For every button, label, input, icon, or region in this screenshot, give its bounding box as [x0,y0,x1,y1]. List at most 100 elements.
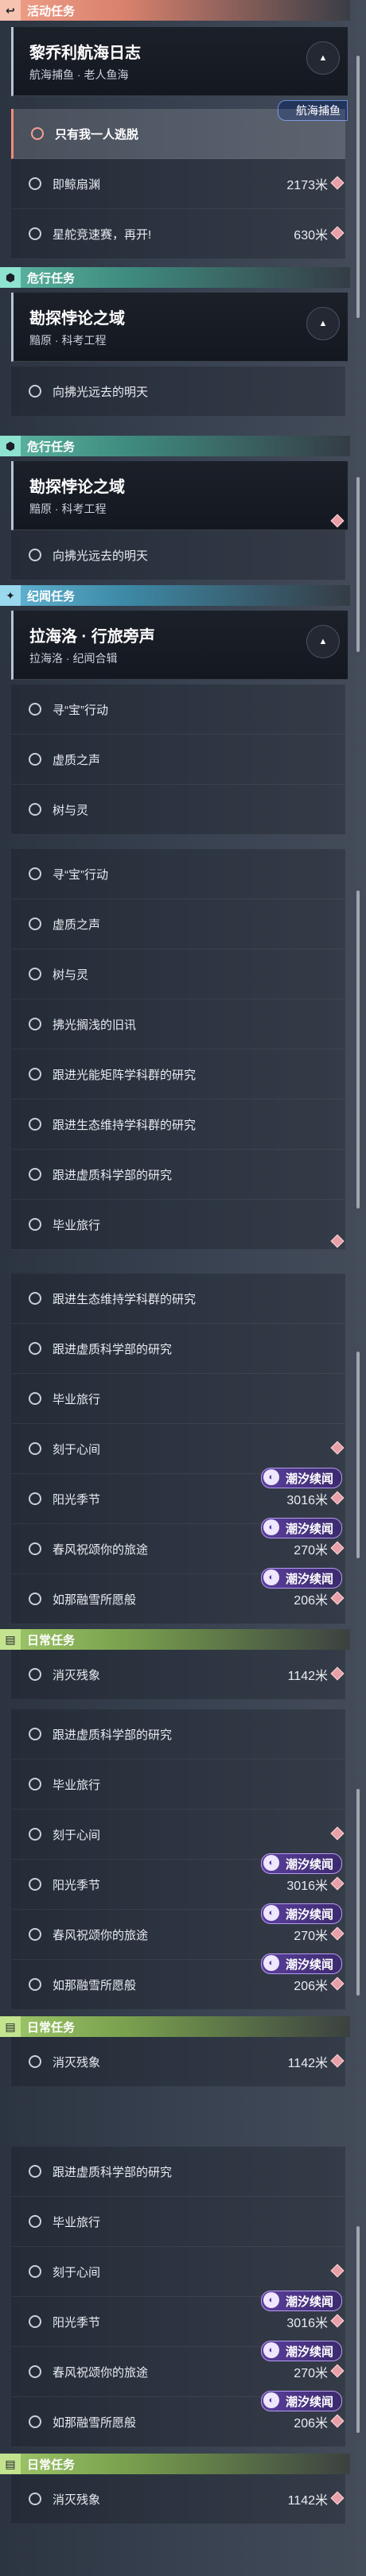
list-item[interactable]: 虚质之声 [11,735,345,785]
list-item[interactable]: 只有我一人逃脱 [11,109,345,159]
scrollbar[interactable] [356,2226,360,2433]
scrollbar[interactable] [356,1789,360,1996]
list-item[interactable]: ◐ 潮汐续闻 如那融雪所愿般 206米 [11,2391,345,2447]
subtask-list: 跟进生态维持学科群的研究 跟进虚质科学部的研究 毕业旅行 刻于心间 ◐ 潮汐续闻 … [11,1274,345,1624]
list-item-label: 毕业旅行 [53,1778,101,1792]
subtask-list: 跟进虚质科学部的研究 毕业旅行 刻于心间 ◐ 潮汐续闻 阳光季节 3016米 ◐ 潮… [11,2147,345,2447]
list-item[interactable]: 跟进光能矩阵学科群的研究 [11,1049,345,1100]
category-title: 危行任务 [27,271,76,285]
category-header-danger[interactable]: ⬢ 危行任务 [0,436,350,456]
diamond-marker-icon [330,2364,345,2378]
list-item-label: 跟进虚质科学部的研究 [53,1728,173,1742]
chevron-up-icon[interactable]: ▲ [306,41,340,75]
list-item[interactable]: 向拂光远去的明天 [11,367,345,417]
distance-label: 1142米 [287,2057,328,2070]
tide-chip: ◐ 潮汐续闻 [260,1568,342,1589]
chevron-up-icon[interactable]: ▲ [306,625,340,658]
scrollbar[interactable] [356,1352,360,1558]
list-item[interactable]: ◐ 潮汐续闻 如那融雪所愿般 206米 [11,1568,345,1624]
task-subtitle: 拉海洛 · 纪闻合辑 [29,652,118,665]
list-item-label: 消灭残象 [53,2493,101,2507]
list-item[interactable]: 寻“宝”行动 [11,685,345,735]
list-item[interactable]: 树与灵 [11,785,345,835]
list-item[interactable]: ◐ 潮汐续闻 阳光季节 3016米 [11,1853,345,1910]
list-item[interactable]: 消灭残象 1142米 [11,2037,345,2087]
list-item-label: 跟进虚质科学部的研究 [53,1168,173,1182]
list-item[interactable]: 跟进生态维持学科群的研究 [11,1274,345,1324]
task-subtitle: 航海捕鱼 · 老人鱼海 [29,68,129,81]
list-item[interactable]: 刻于心间 [11,1810,345,1860]
list-item[interactable]: 跟进虚质科学部的研究 [11,1324,345,1374]
list-item-label: 消灭残象 [53,1668,101,1682]
diamond-marker-icon [330,1876,345,1891]
list-item-label: 拂光搁浅的旧讯 [53,1018,137,1032]
quest-panel-page-6: 跟进虚质科学部的研究 毕业旅行 刻于心间 ◐ 潮汐续闻 阳光季节 3016米 ◐ 潮… [0,2147,366,2524]
tide-swirl-icon: ◐ [263,2292,279,2308]
list-item[interactable]: 虚质之声 [11,899,345,949]
radio-circle-icon [29,1068,41,1080]
tide-chip: ◐ 潮汐续闻 [260,2341,342,2361]
list-item[interactable]: ◐ 潮汐续闻 春风祝颂你的旅途 270米 [11,1518,345,1574]
category-header-activity[interactable]: ↩ 活动任务 [0,0,350,21]
radio-circle-icon [29,2165,41,2178]
list-item[interactable]: ◐ 潮汐续闻 如那融雪所愿般 206米 [11,1953,345,2010]
list-item[interactable]: 拂光搁浅的旧讯 [11,999,345,1049]
list-item[interactable]: ◐ 潮汐续闻 阳光季节 3016米 [11,2291,345,2347]
list-item[interactable]: 寻“宝”行动 [11,849,345,899]
diamond-marker-icon [330,2491,345,2505]
list-item[interactable]: ◐ 潮汐续闻 春风祝颂你的旅途 270米 [11,2341,345,2397]
list-item[interactable]: ◐ 潮汐续闻 阳光季节 3016米 [11,1468,345,1524]
chip-label: 潮汐续闻 [285,1857,333,1872]
category-header-danger[interactable]: ⬢ 危行任务 [0,267,350,288]
radio-circle-icon [29,1168,41,1181]
radio-circle-icon [29,227,41,240]
task-card-fishing-log[interactable]: 黎乔利航海日志 航海捕鱼 · 老人鱼海 ▲ 航海捕鱼 [11,27,348,121]
list-item[interactable]: 向拂光远去的明天 [11,514,345,580]
diamond-marker-icon [330,1926,345,1941]
list-item-label: 寻“宝”行动 [53,867,108,882]
tide-swirl-icon: ◐ [263,1569,279,1585]
radio-circle-icon [29,549,41,561]
chip-label: 潮汐续闻 [285,2295,333,2309]
task-card-explore[interactable]: 勘探悖论之域 黯原 · 科考工程 ▲ [11,293,348,362]
subtask-list: 向拂光远去的明天 [11,367,345,417]
radio-circle-icon [29,1778,41,1790]
list-item[interactable]: 消灭残象 1142米 [11,1650,345,1700]
chevron-up-icon[interactable]: ▲ [306,307,340,340]
radio-circle-icon [29,2493,41,2505]
list-item[interactable]: 跟进生态维持学科群的研究 [11,1100,345,1150]
list-item[interactable]: 毕业旅行 [11,2197,345,2247]
category-header-record[interactable]: ✦ 纪闻任务 [0,585,350,606]
task-card-explore[interactable]: 勘探悖论之域 黯原 · 科考工程 [11,461,348,530]
scrollbar[interactable] [356,890,360,1208]
list-item-label: 跟进虚质科学部的研究 [53,1342,173,1356]
category-header-daily[interactable]: ▤ 日常任务 [0,2016,350,2037]
list-item-label: 毕业旅行 [53,2215,101,2229]
list-item-label: 春风祝颂你的旅途 [53,1542,149,1557]
list-item[interactable]: 消灭残象 1142米 [11,2474,345,2524]
tide-swirl-icon: ◐ [263,2392,279,2408]
list-item[interactable]: 跟进虚质科学部的研究 [11,2147,345,2197]
list-item[interactable]: 跟进虚质科学部的研究 [11,1709,345,1759]
list-item-label: 向拂光远去的明天 [53,385,149,399]
scrollbar[interactable] [356,477,360,652]
list-item[interactable]: 跟进虚质科学部的研究 [11,1150,345,1200]
list-item-label: 跟进光能矩阵学科群的研究 [53,1068,197,1082]
category-header-daily[interactable]: ▤ 日常任务 [0,1629,350,1650]
subtask-list: 只有我一人逃脱 即鲸扇渊 2173米 星舵竞速赛，再开! 630米 [11,109,345,259]
task-subtitle: 黯原 · 科考工程 [29,334,107,347]
list-item[interactable]: ◐ 潮汐续闻 春风祝颂你的旅途 270米 [11,1903,345,1960]
list-item[interactable]: 星舵竞速赛，再开! 630米 [11,209,345,259]
list-item[interactable]: 毕业旅行 [11,1200,345,1250]
list-item[interactable]: 树与灵 [11,949,345,999]
task-title: 勘探悖论之域 [29,479,125,496]
list-item[interactable]: 刻于心间 [11,1424,345,1474]
category-header-daily[interactable]: ▤ 日常任务 [0,2454,350,2474]
scrollbar[interactable] [356,56,360,318]
list-item-label: 刻于心间 [53,1442,101,1457]
list-item[interactable]: 毕业旅行 [11,1759,345,1810]
task-card-trip[interactable]: 拉海洛 · 行旅旁声 拉海洛 · 纪闻合辑 ▲ [11,611,348,680]
list-item[interactable]: 毕业旅行 [11,1374,345,1424]
list-item[interactable]: 即鲸扇渊 2173米 [11,159,345,209]
list-item[interactable]: 刻于心间 [11,2247,345,2297]
